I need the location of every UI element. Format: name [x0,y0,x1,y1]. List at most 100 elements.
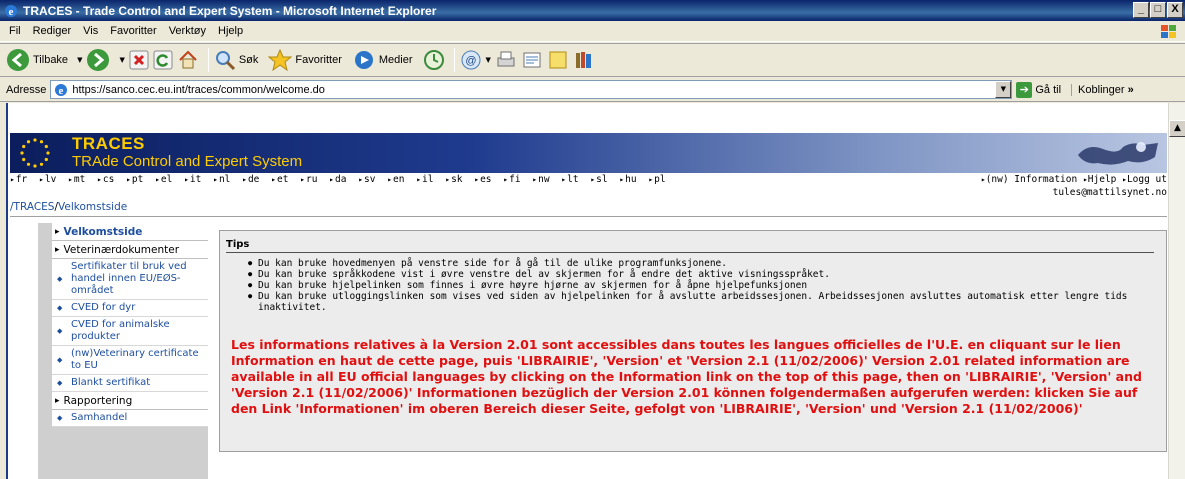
lang-link[interactable]: lt [561,174,578,185]
edit-button[interactable] [521,49,543,71]
information-link[interactable]: (nw) Information [981,174,1077,185]
links-label: Koblinger [1078,83,1125,96]
menu-view[interactable]: Vis [77,25,104,37]
menu-favorites[interactable]: Favoritter [104,25,162,37]
links-more-icon[interactable]: » [1128,84,1134,96]
page-ie-icon: e [55,83,68,97]
svg-text:@: @ [465,55,476,67]
lang-link[interactable]: ru [300,174,317,185]
lang-link[interactable]: sk [445,174,462,185]
sidebar-section-reporting[interactable]: Rapportering [52,392,208,410]
home-icon [179,50,197,69]
lang-link[interactable]: nw [532,174,549,185]
windows-logo-icon [1161,25,1176,38]
notes-icon [549,51,567,69]
home-button[interactable] [177,49,199,71]
svg-text:e: e [9,6,14,18]
edit-icon [523,52,541,68]
history-icon [423,50,444,70]
internet-explorer-icon: e [5,4,17,18]
close-button[interactable]: X [1167,2,1183,18]
breadcrumb-root-link[interactable]: /TRACES [10,201,54,213]
lang-link[interactable]: fr [10,174,27,185]
lang-link[interactable]: cs [97,174,114,185]
lang-link[interactable]: mt [68,174,85,185]
mail-dropdown-icon[interactable]: ▼ [486,56,491,64]
lang-link[interactable]: da [329,174,346,185]
help-link[interactable]: Hjelp [1083,174,1116,185]
lang-link[interactable]: fi [503,174,520,185]
links-toolbar[interactable]: Koblinger » [1071,83,1134,96]
traces-logo-subtitle: TRAde Control and Expert System [72,153,303,170]
logout-link[interactable]: Logg ut [1122,174,1167,185]
divider [10,216,1167,217]
lang-link[interactable]: pl [648,174,665,185]
address-input[interactable]: e https://sanco.cec.eu.int/traces/common… [50,80,1013,99]
lang-link[interactable]: es [474,174,491,185]
sidebar-subitem-cved-products[interactable]: ◆ CVED for animalske produkter [52,317,208,346]
sidebar-subitem-trade-certificates[interactable]: ◆ Sertifikater til bruk ved handel innen… [52,259,208,300]
sidebar-item-welcome[interactable]: Velkomstside [52,223,208,241]
standard-toolbar: Tilbake ▼ ▼ Søk Favoritter Medier @ ▼ [0,43,1185,77]
search-label: Søk [238,54,259,66]
lang-link[interactable]: en [387,174,404,185]
sidebar-subitem-label: CVED for dyr [71,302,136,313]
menu-file[interactable]: Fil [0,25,27,37]
mail-button[interactable]: @ [460,49,482,71]
sidebar-subitem-label: Samhandel [71,412,128,423]
favorites-star-icon [268,49,293,71]
media-button[interactable]: Medier [352,49,413,71]
viewport-left-edge [0,103,8,479]
sidebar-subitem-label: CVED for animalske produkter [71,319,170,342]
lang-link[interactable]: sv [358,174,375,185]
menu-help[interactable]: Hjelp [212,25,249,37]
address-url: https://sanco.cec.eu.int/traces/common/w… [72,83,325,96]
menu-edit[interactable]: Rediger [27,25,78,37]
eu-stars-icon [20,138,50,168]
maximize-button[interactable]: □ [1150,2,1166,18]
lang-link[interactable]: et [271,174,288,185]
forward-button[interactable] [86,48,110,72]
lang-link[interactable]: sl [590,174,607,185]
forward-dropdown-icon[interactable]: ▼ [119,56,124,64]
research-books-icon [575,52,591,68]
menu-bar: Fil Rediger Vis Favoritter Verktøy Hjelp [0,21,1185,42]
favorites-button[interactable]: Favoritter [268,49,342,71]
lang-link[interactable]: lv [39,174,56,185]
minimize-button[interactable]: _ [1133,2,1149,18]
vertical-scrollbar[interactable]: ▲ [1168,103,1185,479]
tip-item: Du kan bruke språkkodene vist i øvre ven… [248,269,1148,280]
breadcrumb-current[interactable]: Velkomstside [58,201,127,213]
lang-link[interactable]: hu [619,174,636,185]
sidebar-subitem-vet-certificate[interactable]: ◆ (nw)Veterinary certificate to EU [52,346,208,375]
sidebar-menu: Velkomstside Veterinærdokumenter ◆ Serti… [38,223,208,479]
search-button[interactable]: Søk [214,49,259,71]
sidebar-subitem-blank-certificate[interactable]: ◆ Blankt sertifikat [52,375,208,392]
lang-link[interactable]: el [155,174,172,185]
tips-title: Tips [226,239,250,250]
lang-link[interactable]: il [416,174,433,185]
favorites-label: Favoritter [295,54,342,66]
refresh-button[interactable] [153,50,173,70]
lang-link[interactable]: de [242,174,259,185]
sidebar-subitem-trade[interactable]: ◆ Samhandel [52,410,208,427]
sidebar-subitem-cved-animals[interactable]: ◆ CVED for dyr [52,300,208,317]
history-button[interactable] [423,49,445,71]
go-button[interactable]: ➔ Gå til [1016,81,1061,98]
window-title-bar[interactable]: e TRACES - Trade Control and Expert Syst… [0,0,1185,21]
print-button[interactable] [495,49,517,71]
sidebar-section-vet-docs[interactable]: Veterinærdokumenter [52,241,208,259]
address-dropdown-icon[interactable]: ▼ [995,81,1012,98]
back-button[interactable]: Tilbake [6,48,68,72]
lang-link[interactable]: it [184,174,201,185]
back-dropdown-icon[interactable]: ▼ [77,56,82,64]
lang-link[interactable]: pt [126,174,143,185]
diamond-bullet-icon: ◆ [57,304,63,312]
menu-tools[interactable]: Verktøy [163,25,212,37]
discuss-button[interactable] [547,49,569,71]
back-arrow-icon [7,49,29,71]
research-button[interactable] [573,49,595,71]
stop-button[interactable] [129,50,149,70]
scroll-up-icon[interactable]: ▲ [1169,120,1185,137]
lang-link[interactable]: nl [213,174,230,185]
